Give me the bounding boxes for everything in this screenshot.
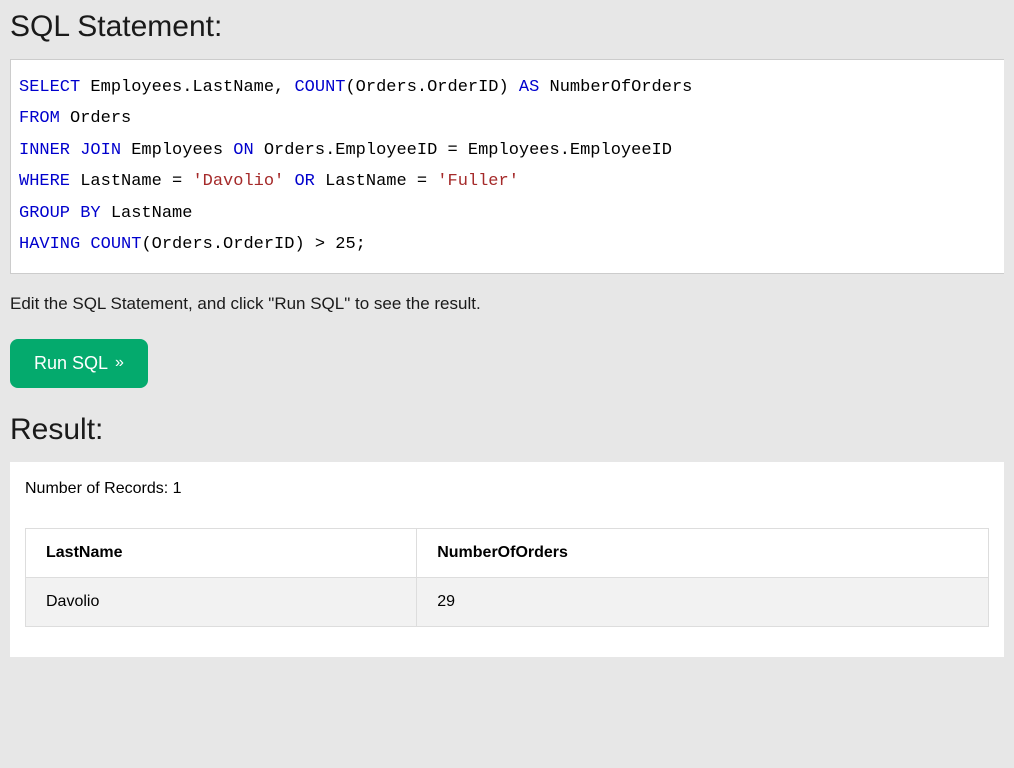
sql-frag [284,172,294,191]
sql-statement-heading: SQL Statement: [10,10,1004,44]
chevron-right-double-icon: » [115,355,124,371]
kw-or: OR [294,172,314,191]
str-literal: 'Davolio' [192,172,284,191]
result-panel: Number of Records: 1 LastName NumberOfOr… [10,462,1004,657]
kw-by: BY [80,204,100,223]
kw-count: COUNT [90,235,141,254]
kw-count: COUNT [294,78,345,97]
kw-on: ON [233,141,253,160]
sql-frag: Employees.LastName, [80,78,294,97]
sql-frag [70,141,80,160]
cell-lastname: Davolio [26,577,417,626]
records-label: Number of Records: [25,480,173,497]
kw-from: FROM [19,109,60,128]
sql-frag: (Orders.OrderID) [345,78,518,97]
col-numberoforders: NumberOfOrders [417,528,989,577]
kw-join: JOIN [80,141,121,160]
result-table: LastName NumberOfOrders Davolio 29 [25,528,989,627]
table-row: Davolio 29 [26,577,989,626]
kw-select: SELECT [19,78,80,97]
sql-frag: LastName = [70,172,192,191]
records-count: 1 [173,480,182,497]
cell-numberoforders: 29 [417,577,989,626]
sql-frag [80,235,90,254]
sql-frag: LastName [101,204,193,223]
table-header-row: LastName NumberOfOrders [26,528,989,577]
sql-frag: (Orders.OrderID) > 25; [141,235,365,254]
kw-where: WHERE [19,172,70,191]
records-count-line: Number of Records: 1 [25,480,989,498]
sql-frag: LastName = [315,172,437,191]
str-literal: 'Fuller' [437,172,519,191]
kw-group: GROUP [19,204,70,223]
sql-frag: Employees [121,141,233,160]
run-sql-label: Run SQL [34,353,108,374]
sql-frag: Orders [60,109,131,128]
instruction-text: Edit the SQL Statement, and click "Run S… [10,294,1004,314]
kw-inner: INNER [19,141,70,160]
run-sql-button[interactable]: Run SQL » [10,339,148,388]
sql-frag: NumberOfOrders [539,78,692,97]
col-lastname: LastName [26,528,417,577]
sql-editor[interactable]: SELECT Employees.LastName, COUNT(Orders.… [10,59,1004,274]
result-heading: Result: [10,413,1004,447]
sql-frag [70,204,80,223]
sql-frag: Orders.EmployeeID = Employees.EmployeeID [254,141,672,160]
kw-having: HAVING [19,235,80,254]
kw-as: AS [519,78,539,97]
